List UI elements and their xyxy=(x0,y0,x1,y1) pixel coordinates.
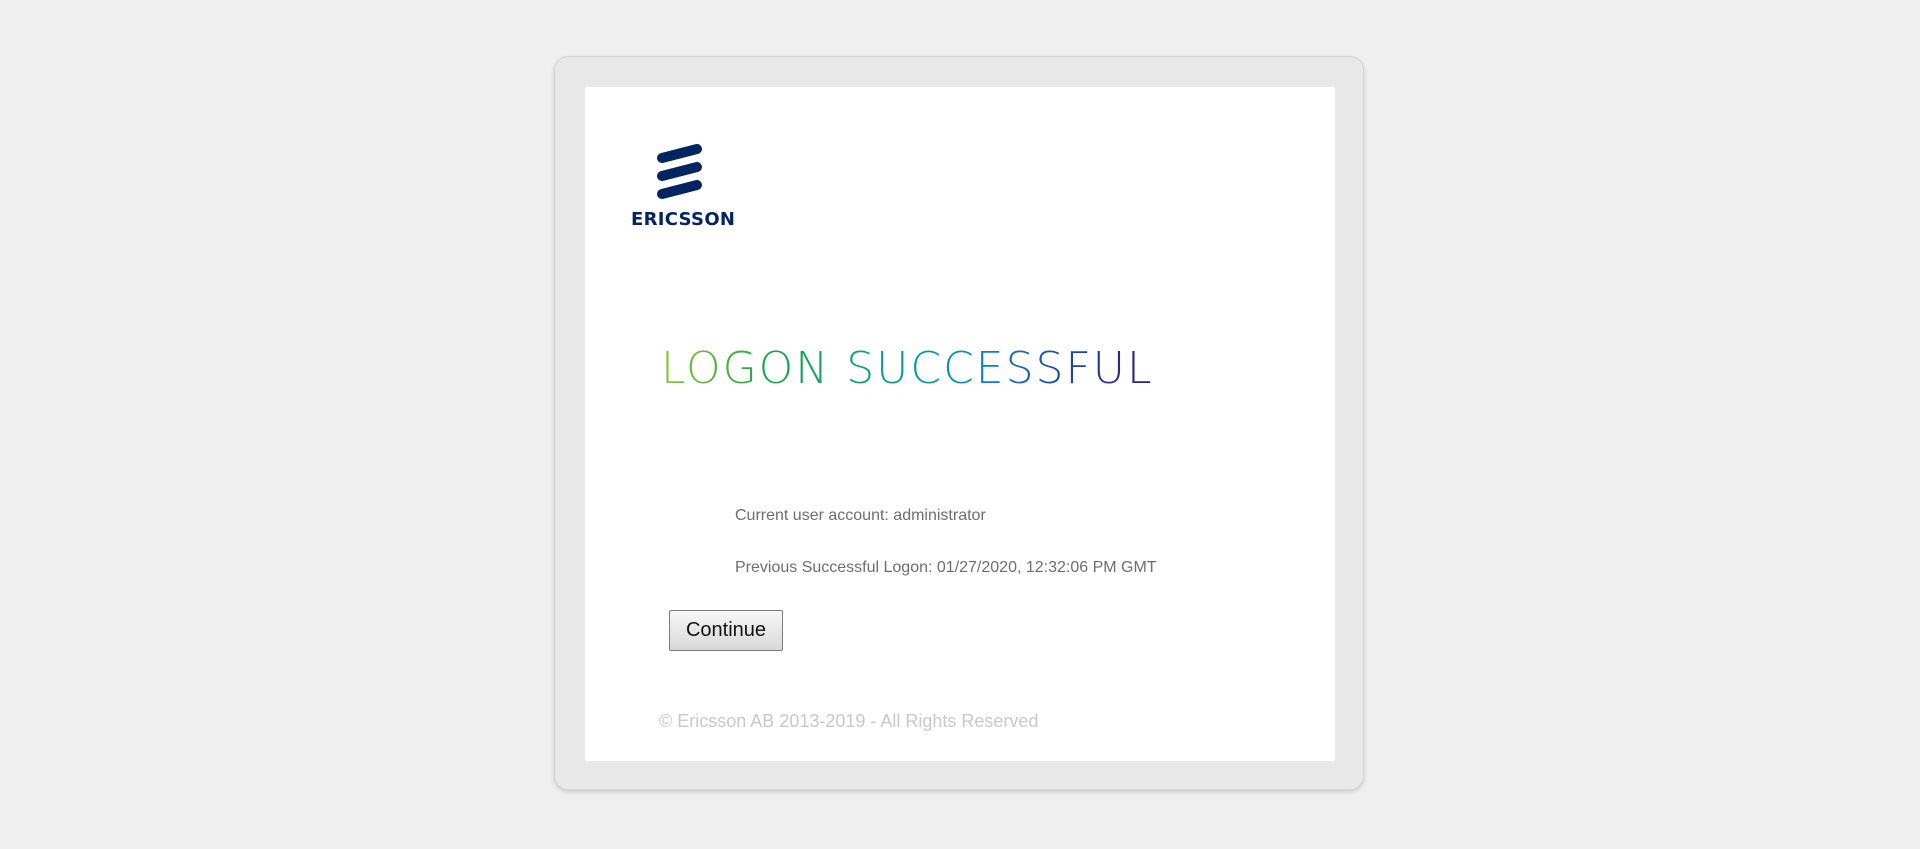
logo-wordmark: ERICSSON xyxy=(631,209,736,230)
page-title: LOGON SUCCESSFUL xyxy=(661,343,1154,394)
ericsson-logo: ERICSSON xyxy=(631,143,741,230)
ericsson-logo-icon xyxy=(657,144,702,199)
login-panel: ERICSSON LOGON SUCCESSFUL Current user a… xyxy=(585,87,1335,761)
copyright-text: © Ericsson AB 2013-2019 - All Rights Res… xyxy=(659,711,1039,731)
previous-logon: Previous Successful Logon: 01/27/2020, 1… xyxy=(735,559,1157,576)
login-frame: ERICSSON LOGON SUCCESSFUL Current user a… xyxy=(554,56,1364,790)
continue-button[interactable]: Continue xyxy=(669,610,783,651)
current-user-account: Current user account: administrator xyxy=(735,507,986,524)
